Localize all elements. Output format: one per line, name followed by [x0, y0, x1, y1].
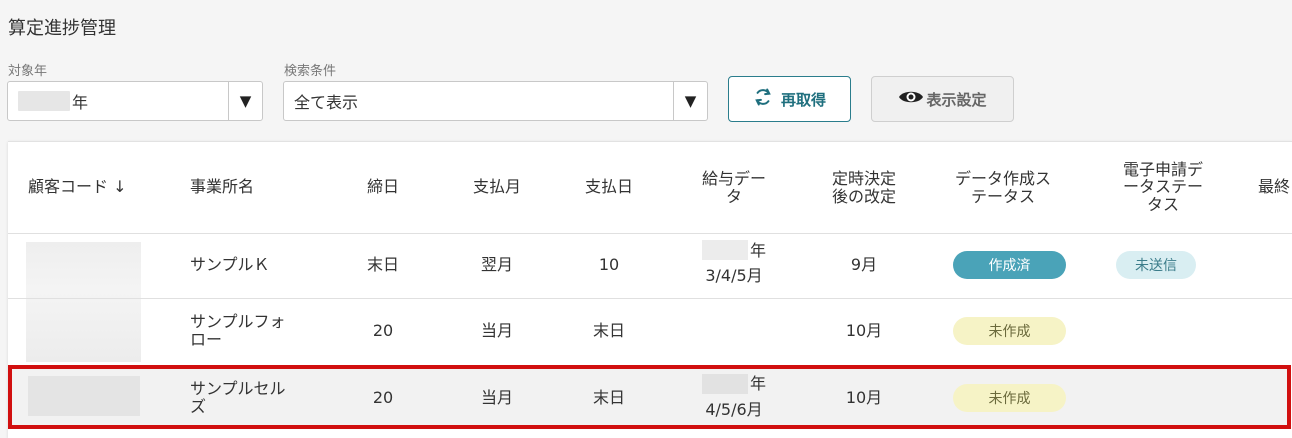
redacted-salary-year — [702, 240, 748, 260]
status-badge: 未作成 — [953, 384, 1066, 412]
pay-day: 末日 — [592, 321, 625, 341]
refresh-label: 再取得 — [780, 90, 826, 109]
redacted-customer-code — [28, 376, 140, 416]
office-name: サンプルセル ズ — [190, 379, 286, 416]
column-header-office-name: 事業所名 — [190, 177, 255, 197]
column-header-salary-data: 給与デー タ — [701, 169, 766, 206]
revision: 9月 — [850, 255, 878, 275]
refresh-icon — [753, 87, 773, 111]
page-title: 算定進捗管理 — [8, 18, 116, 39]
refresh-button[interactable]: 再取得 — [728, 76, 851, 122]
year-filter-label: 対象年 — [8, 64, 48, 79]
display-settings-label: 表示設定 — [926, 90, 987, 109]
column-header-e-application-status: 電子申請デ ータステー タス — [1122, 159, 1203, 214]
closing-day: 末日 — [366, 255, 399, 275]
chevron-down-icon[interactable]: ▼ — [228, 82, 262, 120]
column-header-closing-day: 締日 — [366, 177, 399, 197]
display-settings-button[interactable]: 表示設定 — [871, 76, 1014, 122]
salary-year: 年 — [749, 241, 766, 261]
column-header-customer-code[interactable]: 顧客コード ↓ — [28, 172, 148, 202]
status-badge: 作成済 — [953, 251, 1066, 279]
chevron-down-icon[interactable]: ▼ — [673, 82, 707, 120]
revision: 10月 — [845, 388, 883, 408]
salary-year: 年 — [749, 374, 766, 394]
status-badge: 未作成 — [953, 317, 1066, 345]
office-name: サンプルＫ — [190, 255, 270, 275]
pay-month: 当月 — [480, 388, 513, 408]
pay-month: 当月 — [480, 321, 513, 341]
column-header-last: 最終 — [1258, 177, 1291, 197]
column-header-pay-month: 支払月 — [472, 177, 521, 197]
redacted-salary-year — [702, 374, 748, 394]
pay-day: 10 — [598, 255, 620, 275]
year-select[interactable]: 年 ▼ — [7, 81, 263, 121]
salary-months: 3/4/5月 — [705, 266, 763, 286]
eye-icon — [898, 88, 924, 110]
column-header-revision: 定時決定 後の改定 — [831, 169, 896, 206]
redacted-year — [18, 91, 70, 111]
search-filter-label: 検索条件 — [284, 64, 337, 79]
office-name: サンプルフォ ロー — [190, 312, 286, 349]
search-condition-select[interactable]: 全て表示 ▼ — [283, 81, 708, 121]
search-condition-value: 全て表示 — [294, 93, 359, 112]
column-header-pay-day: 支払日 — [584, 177, 633, 197]
revision: 10月 — [845, 321, 883, 341]
closing-day: 20 — [372, 388, 394, 408]
salary-months: 4/5/6月 — [705, 400, 763, 420]
closing-day: 20 — [372, 321, 394, 341]
status-badge: 未送信 — [1116, 251, 1196, 279]
pay-day: 末日 — [592, 388, 625, 408]
progress-table: 顧客コード ↓ 事業所名 締日 支払月 支払日 給与デー タ 定時決定 後の改定… — [8, 141, 1292, 438]
column-header-creation-status: データ作成ス テータス — [954, 169, 1051, 206]
year-suffix: 年 — [72, 93, 89, 112]
pay-month: 翌月 — [480, 255, 513, 275]
